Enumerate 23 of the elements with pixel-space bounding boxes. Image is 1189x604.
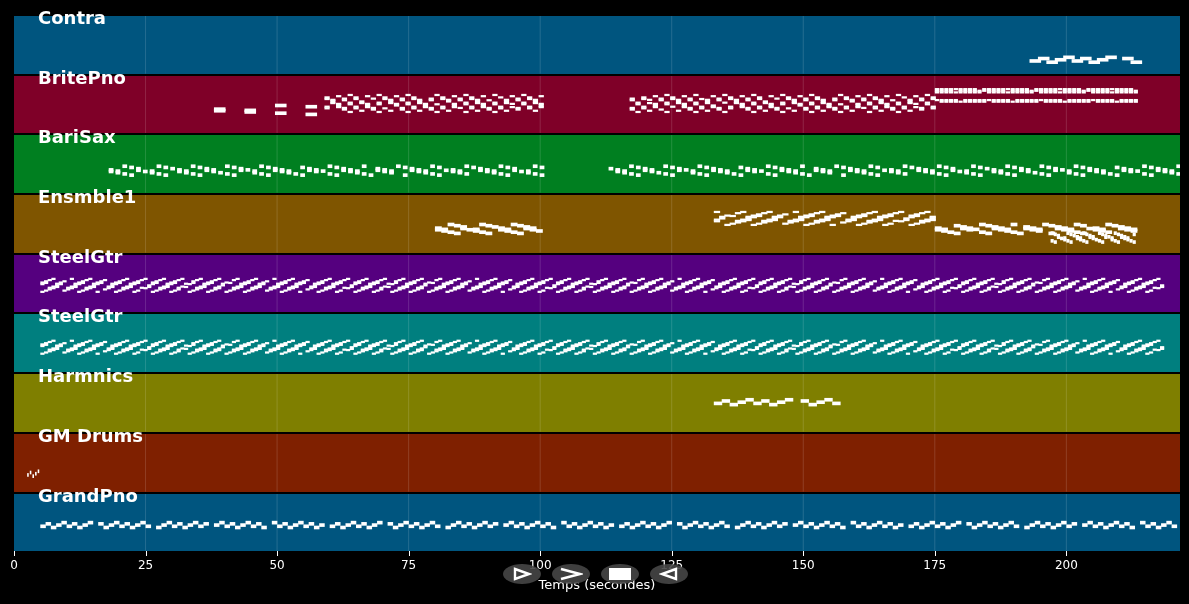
tick-label: 75 bbox=[401, 558, 417, 573]
track-name: GrandPno bbox=[38, 485, 138, 506]
track-name: BritePno bbox=[38, 67, 126, 88]
track-name: GM Drums bbox=[38, 425, 144, 446]
track-name: SteelGtr bbox=[38, 246, 123, 267]
chevron-icon bbox=[559, 567, 583, 582]
tick-label: 175 bbox=[923, 558, 947, 573]
track-name: SteelGtr bbox=[38, 306, 123, 327]
track-name: Contra bbox=[38, 8, 107, 28]
track-name: BariSax bbox=[38, 127, 116, 148]
track-name: Ensmble1 bbox=[38, 187, 137, 208]
tick-label: 150 bbox=[791, 558, 815, 573]
tick-label: 125 bbox=[660, 558, 684, 573]
stop-icon bbox=[609, 568, 631, 581]
play-icon bbox=[512, 567, 532, 582]
tick-label: 200 bbox=[1054, 558, 1078, 573]
tick-label: 25 bbox=[137, 558, 154, 573]
tick-label: 50 bbox=[269, 558, 285, 573]
back-icon bbox=[659, 567, 679, 582]
track-name: Harmnics bbox=[38, 366, 134, 387]
tick-label: 100 bbox=[528, 558, 552, 573]
tick-label: 0 bbox=[10, 558, 18, 573]
axis-label: Temps (secondes) bbox=[538, 577, 656, 594]
